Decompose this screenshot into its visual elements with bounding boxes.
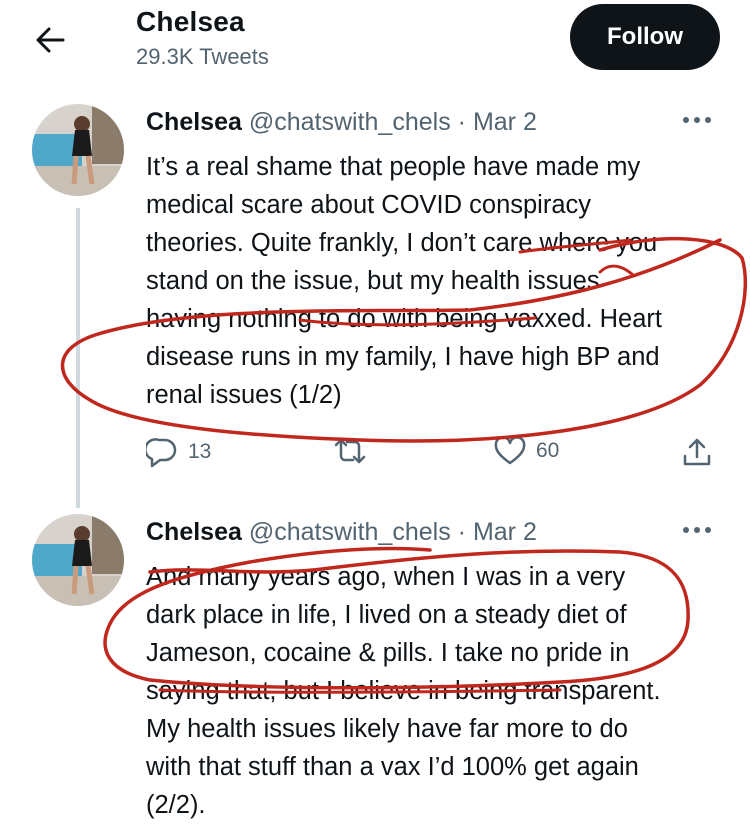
author-name[interactable]: Chelsea — [146, 518, 242, 546]
author-name[interactable]: Chelsea — [146, 108, 242, 136]
tweet-text: And many years ago, when I was in a very… — [146, 563, 661, 819]
separator: · — [457, 518, 466, 546]
more-icon — [683, 527, 711, 533]
thread-line — [76, 208, 80, 508]
author-handle[interactable]: @chatswith_chels — [249, 108, 451, 136]
more-button[interactable] — [680, 106, 714, 137]
profile-header: Chelsea 29.3K Tweets Follow — [0, 0, 750, 90]
tweet-header: Chelsea @chatswith_chels · Mar 2 — [146, 108, 537, 137]
reply-count: 13 — [188, 440, 212, 463]
page-title: Chelsea — [136, 6, 245, 37]
tweet-actions: 13 60 — [146, 436, 726, 476]
retweet-button[interactable] — [332, 436, 368, 466]
tweet-date[interactable]: Mar 2 — [473, 518, 537, 546]
retweet-icon — [334, 438, 366, 464]
like-icon — [494, 436, 526, 465]
reply-button[interactable]: 13 — [146, 436, 211, 468]
more-icon — [683, 117, 711, 123]
back-arrow-icon — [36, 27, 65, 53]
share-button[interactable] — [682, 436, 712, 468]
like-button[interactable]: 60 — [494, 436, 559, 466]
tweet-header: Chelsea @chatswith_chels · Mar 2 — [146, 518, 537, 547]
more-button[interactable] — [680, 516, 714, 547]
author-handle[interactable]: @chatswith_chels — [249, 518, 451, 546]
tweet-date[interactable]: Mar 2 — [473, 108, 537, 136]
follow-button[interactable]: Follow — [570, 4, 720, 70]
tweet-text: It’s a real shame that people have made … — [146, 153, 663, 409]
reply-icon — [146, 438, 177, 468]
tweet-count: 29.3K Tweets — [136, 44, 269, 69]
share-icon — [683, 438, 711, 466]
back-button[interactable] — [28, 18, 72, 62]
like-count: 60 — [536, 439, 560, 462]
avatar[interactable] — [32, 514, 124, 606]
separator: · — [457, 108, 466, 136]
avatar[interactable] — [32, 104, 124, 196]
